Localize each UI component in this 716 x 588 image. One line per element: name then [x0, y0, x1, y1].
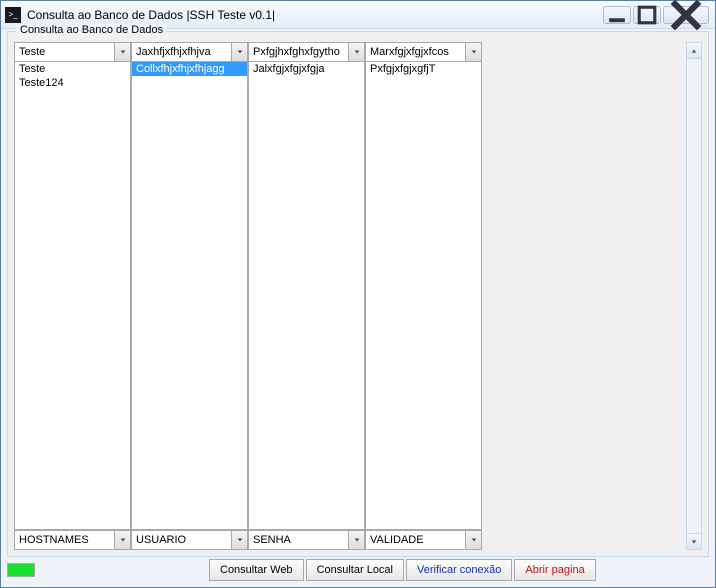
consultar-web-button[interactable]: Consultar Web [209, 559, 304, 581]
column-0: TesteTesteTeste124HOSTNAMES [14, 42, 131, 550]
chevron-down-icon [119, 48, 127, 56]
combo-value: Pxfgjhxfghxfgytho [253, 46, 340, 58]
combo-arrow[interactable] [231, 43, 247, 61]
combo-value: Jaxhfjxfhjxfhjva [136, 46, 211, 58]
column-footer-combo[interactable]: SENHA [248, 530, 365, 550]
minimize-button[interactable] [603, 6, 631, 24]
combo-arrow[interactable] [348, 43, 364, 61]
consultar-local-button[interactable]: Consultar Local [306, 559, 404, 581]
combo-arrow[interactable] [114, 43, 130, 61]
column-listbox[interactable]: Collxfhjxfhjxfhjagg [131, 62, 248, 530]
column-listbox[interactable]: Jalxfgjxfgjxfgja [248, 62, 365, 530]
chevron-down-icon [353, 48, 361, 56]
chevron-down-icon [353, 536, 361, 544]
group-title: Consulta ao Banco de Dados [16, 24, 167, 36]
list-item[interactable]: PxfgjxfgjxgfjT [366, 62, 481, 76]
column-header-combo[interactable]: Jaxhfjxfhjxfhjva [131, 42, 248, 62]
column-listbox[interactable]: TesteTeste124 [14, 62, 131, 530]
columns-container: TesteTesteTeste124HOSTNAMESJaxhfjxfhjxfh… [14, 42, 702, 550]
column-footer-combo[interactable]: HOSTNAMES [14, 530, 131, 550]
combo-value: VALIDADE [370, 534, 424, 546]
progress-fill [8, 564, 34, 576]
scroll-track[interactable] [687, 59, 701, 533]
chevron-down-icon [470, 48, 478, 56]
combo-value: HOSTNAMES [19, 534, 89, 546]
column-3: Marxfgjxfgjxfcos PxfgjxfgjxgfjT VALIDADE [365, 42, 482, 550]
combo-value: SENHA [253, 534, 291, 546]
window-controls [603, 6, 709, 24]
scroll-up-button[interactable] [687, 43, 701, 59]
window-title: Consulta ao Banco de Dados |SSH Teste v0… [27, 8, 603, 22]
column-listbox[interactable]: PxfgjxfgjxgfjT [365, 62, 482, 530]
column-header-combo[interactable]: Teste [14, 42, 131, 62]
column-footer-combo[interactable]: VALIDADE [365, 530, 482, 550]
group-box: Consulta ao Banco de Dados TesteTesteTes… [7, 31, 709, 557]
list-item[interactable]: Collxfhjxfhjxfhjagg [132, 62, 247, 76]
progress-bar [7, 563, 35, 577]
close-button[interactable] [663, 6, 709, 24]
vertical-scrollbar[interactable] [686, 42, 702, 550]
maximize-button[interactable] [633, 6, 661, 24]
combo-arrow[interactable] [465, 43, 481, 61]
client-area: Consulta ao Banco de Dados TesteTesteTes… [7, 31, 709, 581]
list-item[interactable]: Teste124 [15, 76, 130, 90]
column-header-combo[interactable]: Marxfgjxfgjxfcos [365, 42, 482, 62]
combo-arrow[interactable] [348, 531, 364, 549]
combo-value: Teste [19, 46, 45, 58]
list-item[interactable]: Teste [15, 62, 130, 76]
bottom-bar: Consultar Web Consultar Local Verificar … [7, 557, 709, 581]
action-buttons: Consultar Web Consultar Local Verificar … [39, 559, 709, 581]
scroll-down-button[interactable] [687, 533, 701, 549]
verificar-conexao-button[interactable]: Verificar conexão [406, 559, 512, 581]
minimize-icon [604, 2, 630, 28]
combo-value: USUARIO [136, 534, 186, 546]
column-1: Jaxhfjxfhjxfhjva Collxfhjxfhjxfhjagg USUAR… [131, 42, 248, 550]
chevron-down-icon [236, 48, 244, 56]
main-window: >_ Consulta ao Banco de Dados |SSH Teste… [0, 0, 716, 588]
combo-arrow[interactable] [114, 531, 130, 549]
combo-arrow[interactable] [231, 531, 247, 549]
column-header-combo[interactable]: Pxfgjhxfghxfgytho [248, 42, 365, 62]
chevron-down-icon [119, 536, 127, 544]
column-footer-combo[interactable]: USUARIO [131, 530, 248, 550]
list-item[interactable]: Jalxfgjxfgjxfgja [249, 62, 364, 76]
chevron-down-icon [470, 536, 478, 544]
combo-value: Marxfgjxfgjxfcos [370, 46, 449, 58]
combo-arrow[interactable] [465, 531, 481, 549]
maximize-icon [634, 2, 660, 28]
app-icon: >_ [5, 7, 21, 23]
column-2: Pxfgjhxfghxfgytho Jalxfgjxfgjxfgja SENHA [248, 42, 365, 550]
chevron-down-icon [236, 536, 244, 544]
abrir-pagina-button[interactable]: Abrir pagina [514, 559, 595, 581]
